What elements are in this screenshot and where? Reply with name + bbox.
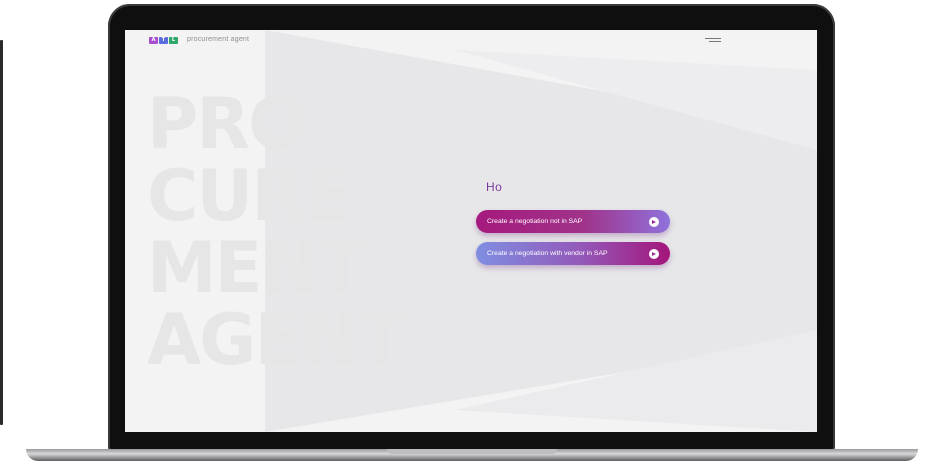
hero-watermark-text: PRO CURE MENT AGENT [147, 83, 405, 381]
hero-line: CURE [147, 155, 351, 237]
logo-letter: A [149, 37, 158, 44]
laptop-notch [387, 449, 557, 454]
brand-logo[interactable]: A T L [149, 37, 178, 44]
arrow-right-icon [649, 216, 659, 227]
hero-line: MENT [147, 227, 365, 309]
button-label: Create a negotiation not in SAP [487, 218, 583, 225]
logo-letter: L [169, 37, 178, 44]
create-negotiation-not-in-sap-button[interactable]: Create a negotiation not in SAP [476, 210, 670, 233]
logo-letter: T [159, 37, 168, 44]
arrow-right-icon [649, 248, 659, 259]
left-edge-divider [0, 40, 3, 425]
hero-line: AGENT [147, 299, 405, 381]
hamburger-menu-icon[interactable] [705, 38, 721, 44]
brand-name: procurement agent [187, 36, 250, 43]
app-screen: A T L procurement agent PRO CURE MENT AG… [125, 30, 817, 432]
create-negotiation-vendor-in-sap-button[interactable]: Create a negotiation with vendor in SAP [476, 242, 670, 265]
button-label: Create a negotiation with vendor in SAP [487, 250, 608, 257]
hero-line: PRO [147, 83, 308, 165]
top-bar: A T L procurement agent [125, 30, 817, 52]
greeting-text: Ho [486, 180, 503, 194]
